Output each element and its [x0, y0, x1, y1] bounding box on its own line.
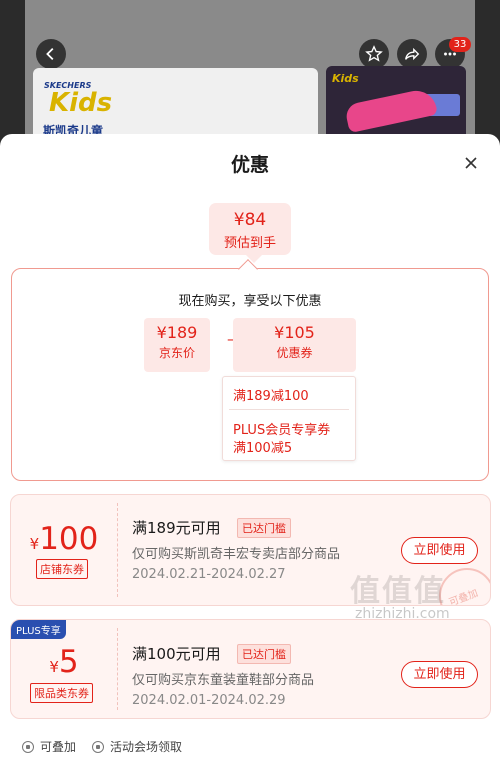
sheet-title: 优惠 [230, 154, 269, 176]
coupon-validity-date: 2024.02.01-2024.02.29 [132, 693, 286, 708]
detail-divider [229, 409, 349, 410]
coupon-value: ¥100 [11, 521, 117, 557]
coupon-scope: 仅可购买京东童装童鞋部分商品 [132, 673, 315, 688]
legend-stackable: 可叠加 [22, 738, 76, 755]
estimated-price-label: 预估到手 [223, 236, 276, 251]
venue-icon [92, 740, 105, 753]
threshold-reached-badge: 已达门槛 [237, 518, 291, 538]
stamp-text: 可叠加 [447, 588, 480, 606]
coupon-divider [117, 503, 118, 597]
favorite-button[interactable] [359, 39, 389, 69]
threshold-reached-badge: 已达门槛 [237, 644, 291, 664]
original-price-box: ¥189 京东价 [144, 318, 210, 372]
coupon-discount-label: 优惠券 [276, 346, 313, 360]
use-now-button[interactable]: 立即使用 [401, 537, 478, 564]
estimated-price: ¥84 [233, 210, 267, 230]
stackable-icon [22, 740, 34, 753]
coupon-detail-item: 满100减5 [233, 441, 293, 456]
back-button[interactable] [36, 39, 66, 69]
thumb-brand-logo: Kids [332, 72, 359, 85]
close-icon[interactable] [462, 154, 480, 172]
chevron-left-icon [46, 47, 54, 61]
coupon-detail-item: 满189减100 [233, 389, 309, 404]
coupon-card: PLUS专享 ¥5 限品类东券 满100元可用 已达门槛 仅可购买京东童装童鞋部… [10, 619, 491, 719]
stackable-stamp: 可叠加 [439, 568, 490, 606]
breakdown-title: 现在购买，享受以下优惠 [178, 294, 322, 309]
coupon-amount: 5 [58, 644, 79, 680]
legend-stackable-label: 可叠加 [40, 740, 77, 754]
coupon-discount-box: ¥105 优惠券 [233, 318, 356, 372]
original-price-label: 京东价 [158, 346, 195, 360]
currency-symbol: ¥ [29, 535, 40, 553]
star-icon [365, 45, 383, 62]
use-now-button[interactable]: 立即使用 [401, 661, 478, 688]
estimated-price-box: ¥84 预估到手 [209, 203, 291, 255]
plus-exclusive-tag: PLUS专享 [11, 620, 66, 639]
currency-symbol: ¥ [49, 658, 59, 676]
watermark-logo: 值值值 [350, 574, 446, 609]
coupon-condition: 满189元可用 [132, 519, 221, 537]
coupon-validity-date: 2024.02.21-2024.02.27 [132, 567, 286, 582]
watermark-url: zhizhizhi.com [355, 606, 450, 622]
share-icon [405, 47, 420, 61]
legend-venue-label: 活动会场领取 [110, 740, 183, 754]
coupon-type-badge: 店铺东券 [36, 559, 88, 579]
legend-venue: 活动会场领取 [92, 738, 182, 755]
coupon-condition: 满100元可用 [132, 645, 221, 663]
coupon-amount: 100 [39, 521, 99, 557]
shoe-image [344, 86, 438, 134]
coupon-discount-price: ¥105 [274, 323, 315, 342]
coupon-detail-list: 满189减100 PLUS会员专享券 满100减5 [222, 376, 356, 461]
coupon-detail-item: PLUS会员专享券 [233, 423, 331, 438]
brand-kids-logo: Kids [49, 88, 113, 118]
coupon-value: ¥5 [11, 644, 117, 680]
coupon-type-badge: 限品类东券 [30, 683, 93, 703]
discount-sheet: 优惠 ¥84 预估到手 现在购买，享受以下优惠 ¥189 京东价 – ¥105 … [0, 134, 500, 773]
share-button[interactable] [397, 39, 427, 69]
coupon-legend: 可叠加 活动会场领取 [22, 738, 198, 755]
coupon-scope: 仅可购买斯凯奇丰宏专卖店部分商品 [132, 547, 341, 562]
original-price: ¥189 [156, 323, 198, 342]
notification-badge: 33 [449, 37, 471, 52]
coupon-divider [117, 628, 118, 710]
